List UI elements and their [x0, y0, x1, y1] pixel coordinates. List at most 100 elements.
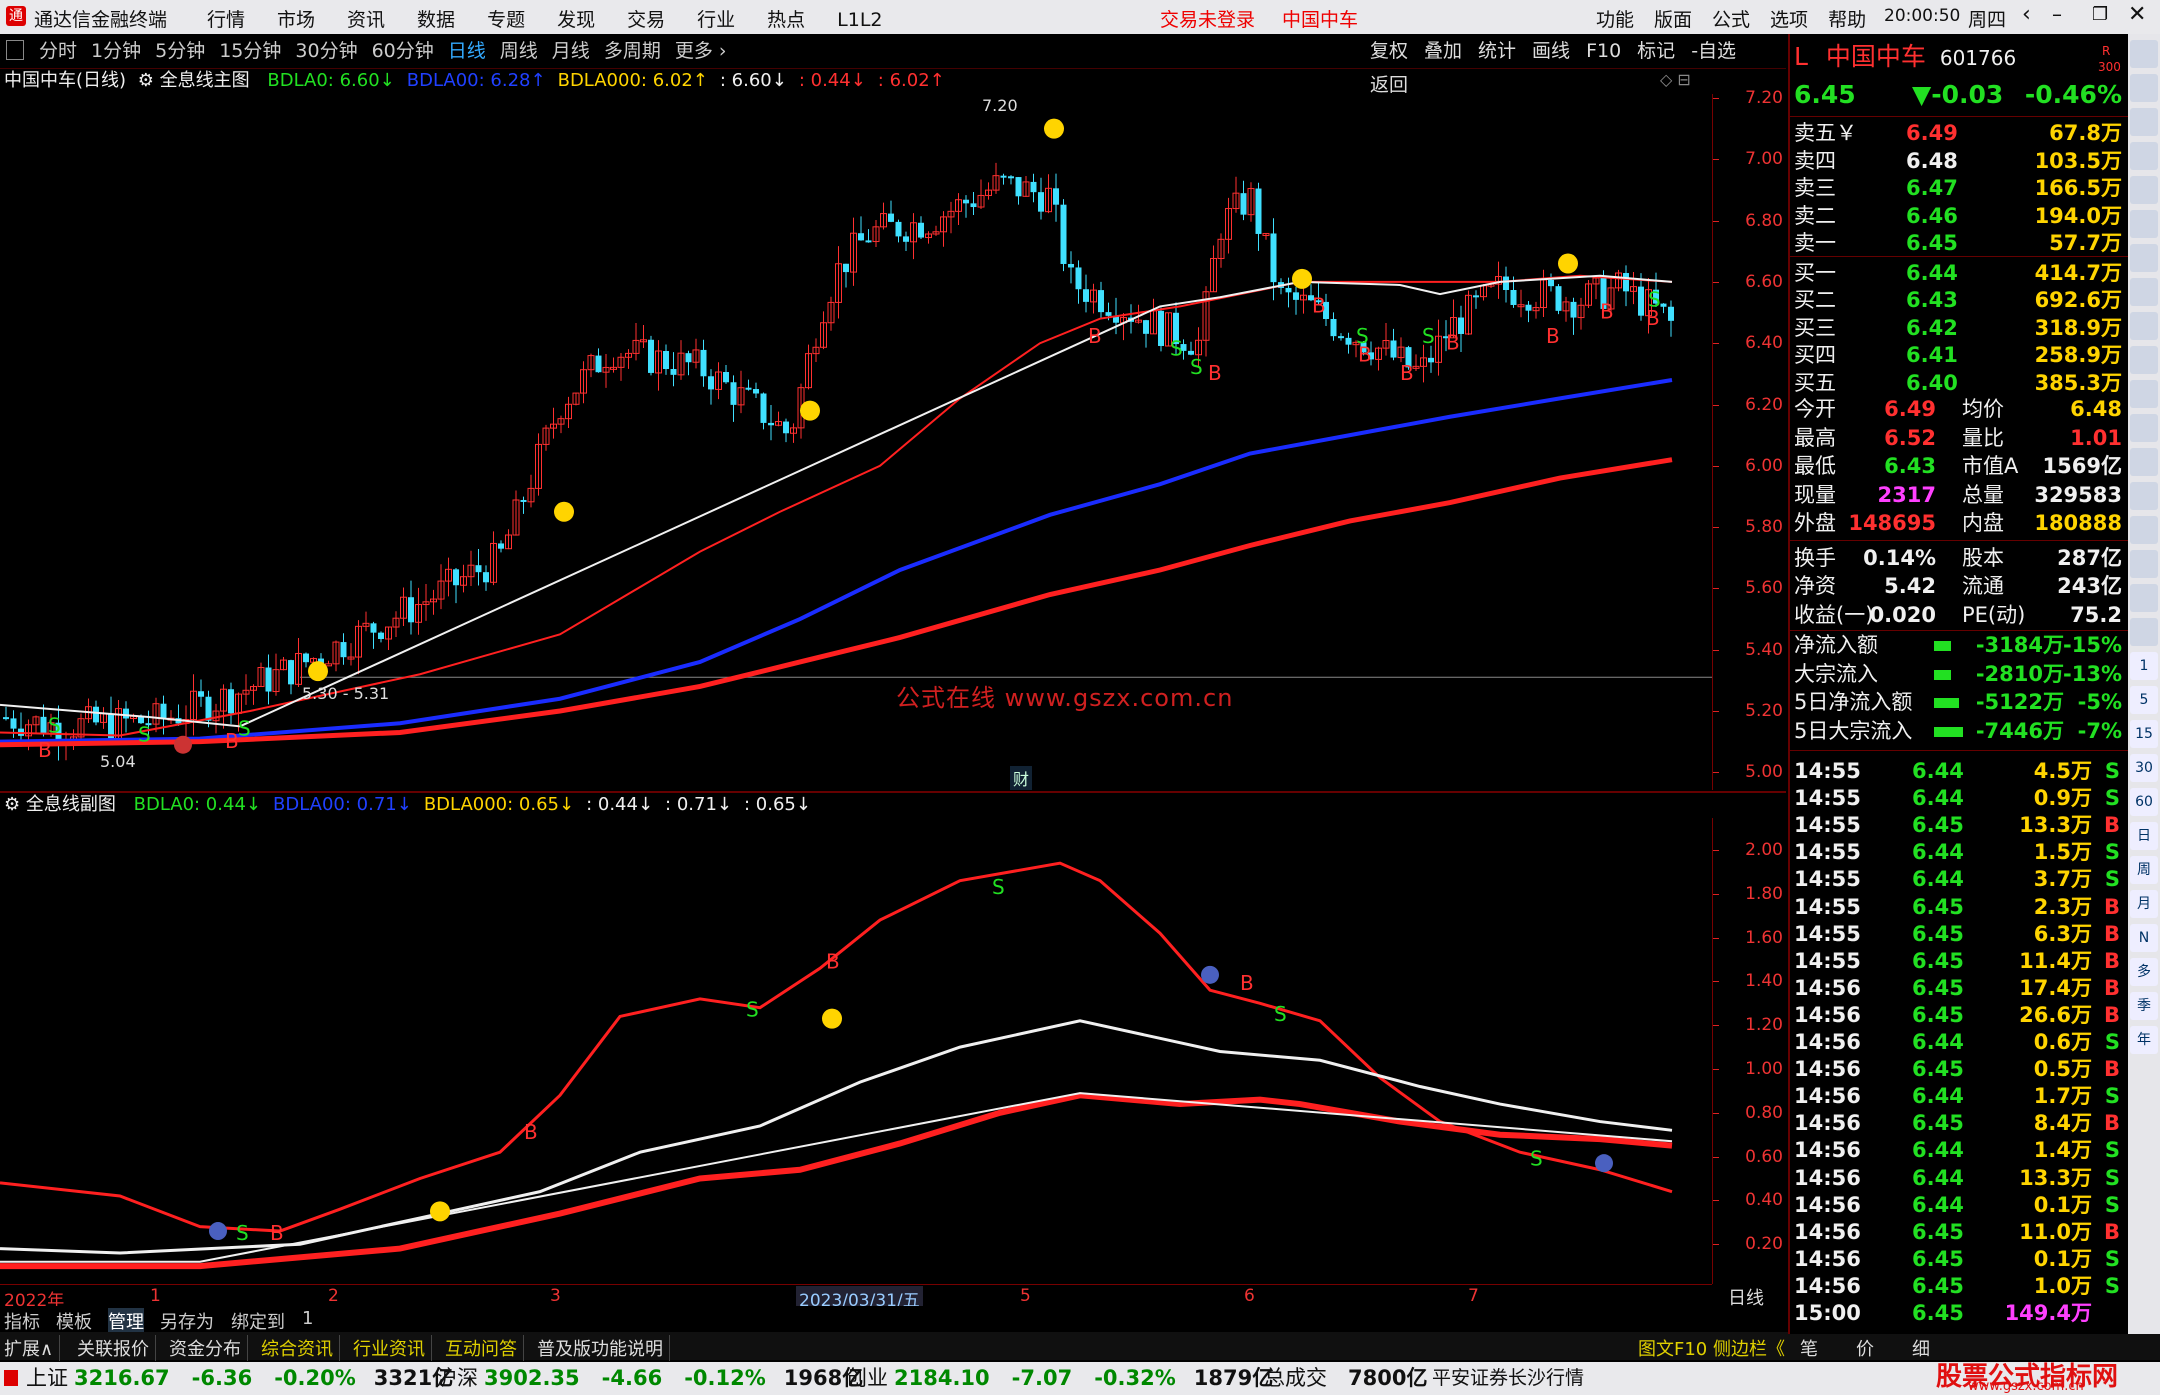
indicator-gear-icon[interactable]: ⚙ — [138, 70, 154, 91]
order-book-row[interactable]: 卖三 6.47 166.5万 — [1794, 175, 2124, 202]
order-book-row[interactable]: 卖四 6.48 103.5万 — [1794, 148, 2124, 175]
extension-tab-4[interactable]: 行业资讯 — [353, 1335, 432, 1361]
toolbar-button-0[interactable]: 复权 — [1362, 34, 1416, 68]
side-tool-icon[interactable] — [2130, 482, 2158, 510]
sub-indicator-chart[interactable]: S BBSBSBSS — [0, 818, 1712, 1284]
menu-item-2[interactable]: 资讯 — [347, 9, 385, 31]
side-period-button[interactable]: 年 — [2130, 1026, 2158, 1054]
side-tool-icon[interactable] — [2130, 584, 2158, 612]
index-item[interactable]: 创业 2184.10 -7.07 -0.32% 1879亿 — [846, 1362, 1273, 1395]
main-indicator-name[interactable]: 全息线主图 — [160, 70, 250, 91]
minimize-icon[interactable]: – — [2052, 2, 2062, 26]
extension-tab-1[interactable]: 关联报价 — [77, 1335, 156, 1361]
main-candlestick-chart[interactable]: BS S BSBSS BBSBBS B BBSB — [0, 94, 1712, 790]
menu-item-7[interactable]: 行业 — [697, 9, 735, 31]
order-book-row[interactable]: 买一 6.44 414.7万 — [1794, 260, 2124, 287]
side-tool-icon[interactable] — [2130, 142, 2158, 170]
period-tab-3[interactable]: 15分钟 — [212, 34, 288, 68]
toolbar-button-2[interactable]: 统计 — [1470, 34, 1524, 68]
side-tool-icon[interactable] — [2130, 380, 2158, 408]
menu-item-9[interactable]: L1L2 — [837, 9, 882, 31]
extension-tab-2[interactable]: 资金分布 — [169, 1335, 248, 1361]
side-period-button[interactable]: 周 — [2130, 856, 2158, 884]
right-menu-item-1[interactable]: 版面 — [1654, 9, 1692, 31]
order-book-row[interactable]: 买五 6.40 385.3万 — [1794, 370, 2124, 397]
side-tool-icon[interactable] — [2130, 312, 2158, 340]
side-period-button[interactable]: 60 — [2130, 788, 2158, 816]
side-tool-icon[interactable] — [2130, 210, 2158, 238]
side-period-button[interactable]: 日 — [2130, 822, 2158, 850]
index-item[interactable]: 上证 3216.67 -6.36 -0.20% 3321亿 — [26, 1362, 453, 1395]
indicator-tab-5[interactable]: 1 — [302, 1308, 313, 1329]
extension-tab-6[interactable]: 普及版功能说明 — [537, 1335, 670, 1361]
side-tool-icon[interactable] — [2130, 278, 2158, 306]
trade-status[interactable]: 交易未登录 — [1160, 5, 1255, 32]
toolbar-button-5[interactable]: 标记 — [1629, 34, 1683, 68]
period-tab-5[interactable]: 60分钟 — [365, 34, 441, 68]
extension-tab-3[interactable]: 综合资讯 — [261, 1335, 340, 1361]
side-tool-icon[interactable] — [2130, 346, 2158, 374]
back-arrow-icon[interactable]: ‹ — [2022, 2, 2031, 27]
menu-item-8[interactable]: 热点 — [767, 9, 805, 31]
side-tool-icon[interactable] — [2130, 244, 2158, 272]
menu-item-5[interactable]: 发现 — [557, 9, 595, 31]
sub-indicator-gear-icon[interactable]: ⚙ — [4, 794, 20, 815]
toolbar-button-6[interactable]: -自选 — [1683, 34, 1744, 68]
side-period-button[interactable]: 季 — [2130, 992, 2158, 1020]
close-icon[interactable]: ✕ — [2128, 2, 2146, 27]
period-tab-0[interactable]: 分时 — [32, 34, 84, 68]
period-tab-1[interactable]: 1分钟 — [84, 34, 148, 68]
restore-icon[interactable]: ❐ — [2092, 4, 2108, 25]
indicator-tab-2[interactable]: 管理 — [108, 1308, 144, 1334]
toolbar-button-1[interactable]: 叠加 — [1416, 34, 1470, 68]
quote-tab-2[interactable]: 细 — [1912, 1335, 1930, 1361]
side-tool-icon[interactable] — [2130, 108, 2158, 136]
period-tab-9[interactable]: 多周期 — [597, 34, 668, 68]
side-tool-icon[interactable] — [2130, 618, 2158, 646]
side-period-button[interactable]: 15 — [2130, 720, 2158, 748]
index-item[interactable]: 沪深 3902.35 -4.66 -0.12% 1968亿 — [436, 1362, 863, 1395]
order-book-row[interactable]: 买四 6.41 258.9万 — [1794, 342, 2124, 369]
side-period-button[interactable]: 5 — [2130, 686, 2158, 714]
sidebar-toggle[interactable]: 图文F10 侧边栏《 — [1638, 1335, 1785, 1361]
side-period-button[interactable]: 30 — [2130, 754, 2158, 782]
side-tool-icon[interactable] — [2130, 516, 2158, 544]
toolbar-button-4[interactable]: F10 — [1578, 34, 1629, 68]
right-menu-item-3[interactable]: 选项 — [1770, 9, 1808, 31]
menu-item-0[interactable]: 行情 — [207, 9, 245, 31]
side-tool-icon[interactable] — [2130, 448, 2158, 476]
quote-tab-1[interactable]: 价 — [1856, 1335, 1874, 1361]
side-period-button[interactable]: 月 — [2130, 890, 2158, 918]
extension-tab-5[interactable]: 互动问答 — [445, 1335, 524, 1361]
side-period-button[interactable]: 多 — [2130, 958, 2158, 986]
indicator-tab-1[interactable]: 模板 — [56, 1308, 92, 1334]
toolbar-button-3[interactable]: 画线 — [1524, 34, 1578, 68]
side-tool-icon[interactable] — [2130, 40, 2158, 68]
menu-item-6[interactable]: 交易 — [627, 9, 665, 31]
side-tool-icon[interactable] — [2130, 414, 2158, 442]
side-tool-icon[interactable] — [2130, 176, 2158, 204]
menu-item-1[interactable]: 市场 — [277, 9, 315, 31]
period-tab-10[interactable]: 更多 › — [668, 34, 734, 68]
period-tab-8[interactable]: 月线 — [545, 34, 597, 68]
side-period-button[interactable]: N — [2130, 924, 2158, 952]
order-book-row[interactable]: 卖五￥ 6.49 67.8万 — [1794, 120, 2124, 147]
indicator-tab-3[interactable]: 另存为 — [160, 1308, 214, 1334]
right-menu-item-0[interactable]: 功能 — [1596, 9, 1634, 31]
right-menu-item-2[interactable]: 公式 — [1712, 9, 1750, 31]
quote-tab-0[interactable]: 笔 — [1800, 1335, 1818, 1361]
period-tab-2[interactable]: 5分钟 — [148, 34, 212, 68]
period-tab-4[interactable]: 30分钟 — [288, 34, 364, 68]
sub-indicator-name[interactable]: 全息线副图 — [26, 794, 116, 815]
side-tool-icon[interactable] — [2130, 74, 2158, 102]
side-period-button[interactable]: 1 — [2130, 652, 2158, 680]
sidebar-toggle-icon[interactable] — [6, 40, 24, 60]
order-book-row[interactable]: 买二 6.43 692.6万 — [1794, 287, 2124, 314]
chart-settings-icon[interactable]: ◇ ⊟ — [1660, 70, 1691, 89]
period-tab-6[interactable]: 日线 — [441, 34, 493, 68]
indicator-tab-0[interactable]: 指标 — [4, 1308, 40, 1334]
indicator-tab-4[interactable]: 绑定到 — [231, 1308, 285, 1334]
order-book-row[interactable]: 卖二 6.46 194.0万 — [1794, 203, 2124, 230]
menu-item-3[interactable]: 数据 — [417, 9, 455, 31]
side-tool-icon[interactable] — [2130, 550, 2158, 578]
